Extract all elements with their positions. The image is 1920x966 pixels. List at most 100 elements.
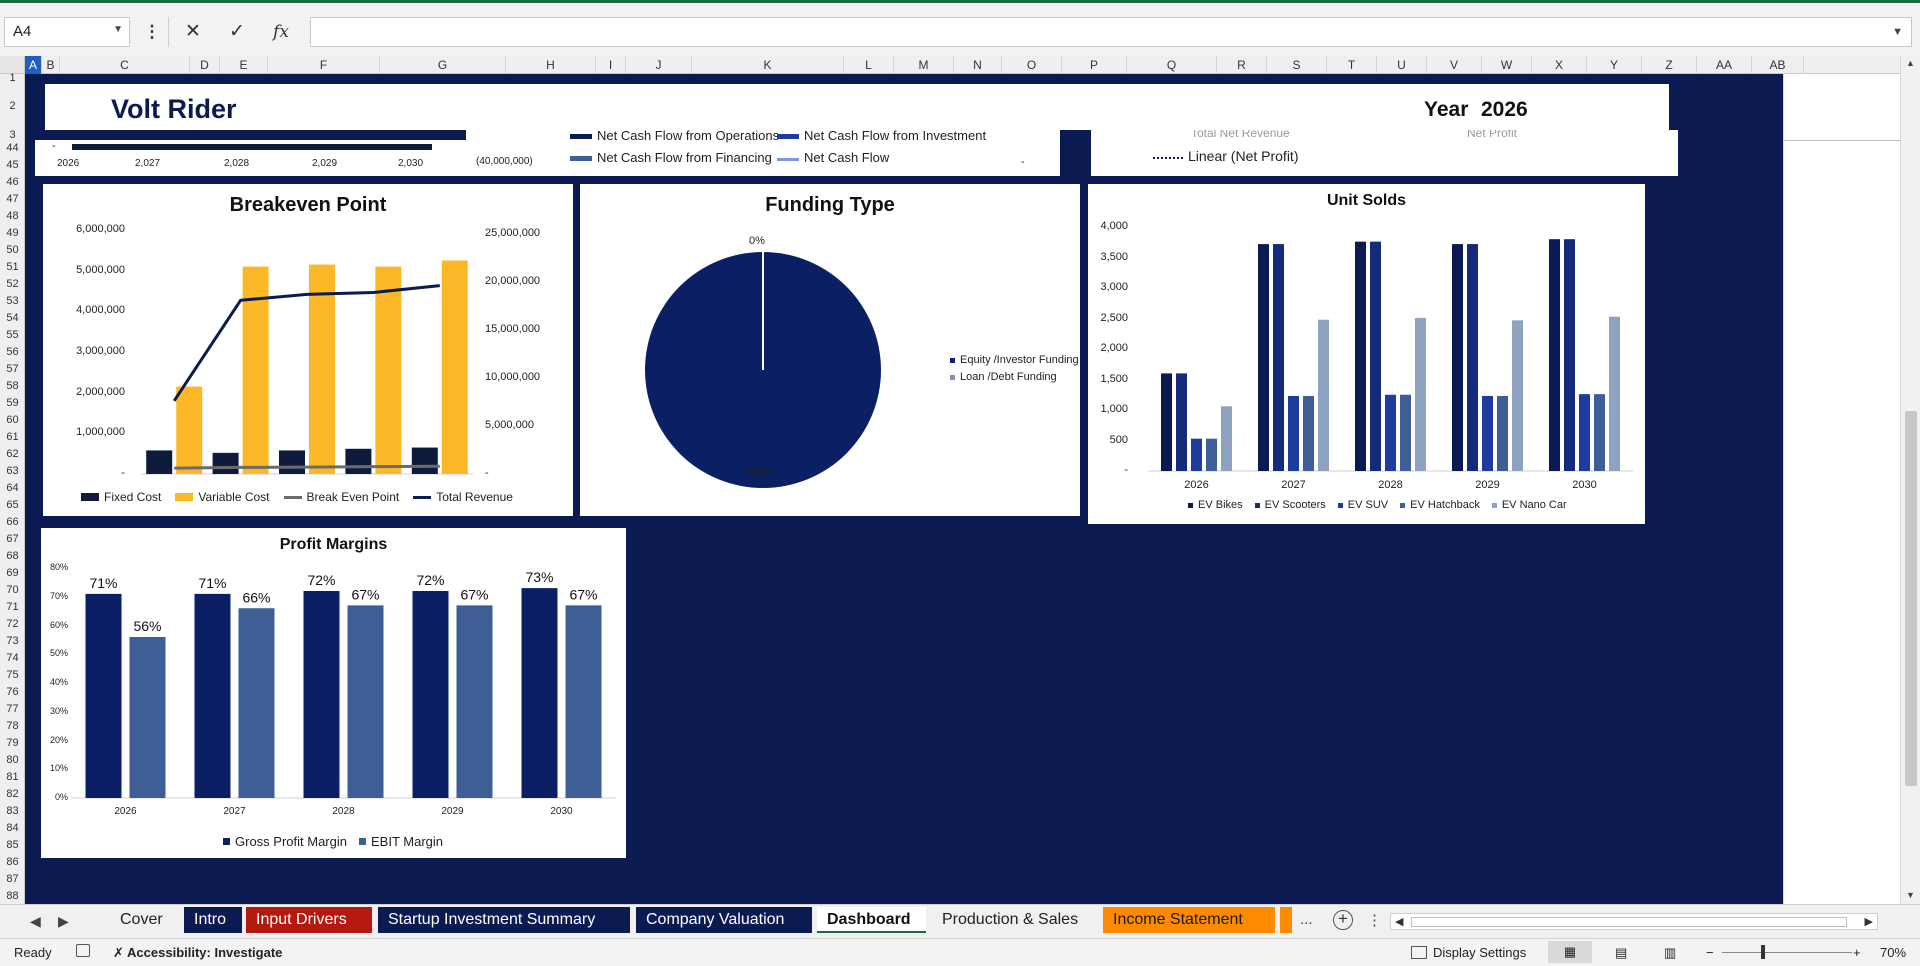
column-header-y[interactable]: Y (1587, 56, 1642, 74)
page-break-view-icon[interactable]: ▥ (1664, 945, 1676, 961)
column-header-aa[interactable]: AA (1697, 56, 1752, 74)
name-box[interactable]: A4 ▼ (4, 17, 130, 47)
row-header-74[interactable]: 74 (0, 650, 25, 667)
breakeven-chart[interactable]: Breakeven Point 6,000,000 5,000,000 4,000,… (43, 184, 573, 516)
column-header-ab[interactable]: AB (1752, 56, 1804, 74)
row-header-68[interactable]: 68 (0, 548, 25, 565)
row-header-49[interactable]: 49 (0, 225, 25, 242)
sheet-tab-input-drivers[interactable]: Input Drivers (246, 907, 372, 933)
macro-record-icon[interactable] (76, 944, 90, 957)
row-header-60[interactable]: 60 (0, 412, 25, 429)
row-header-51[interactable]: 51 (0, 259, 25, 276)
column-header-j[interactable]: J (626, 56, 692, 74)
row-header-65[interactable]: 65 (0, 497, 25, 514)
sheet-tab-cover[interactable]: Cover (110, 907, 178, 933)
column-header-d[interactable]: D (190, 56, 220, 74)
page-layout-view-icon[interactable]: ▤ (1615, 945, 1627, 961)
column-header-t[interactable]: T (1327, 56, 1377, 74)
column-header-q[interactable]: Q (1127, 56, 1217, 74)
row-header-85[interactable]: 85 (0, 837, 25, 854)
row-header-66[interactable]: 66 (0, 514, 25, 531)
sheet-tab-income-statement[interactable]: Income Statement (1103, 907, 1275, 933)
row-header-48[interactable]: 48 (0, 208, 25, 225)
row-header-52[interactable]: 52 (0, 276, 25, 293)
row-header-2[interactable]: 2 (0, 82, 25, 130)
row-header-76[interactable]: 76 (0, 684, 25, 701)
row-header-50[interactable]: 50 (0, 242, 25, 259)
column-header-a[interactable]: A (25, 56, 42, 74)
enter-check-icon[interactable]: ✓ (222, 17, 252, 47)
add-sheet-icon[interactable]: + (1333, 910, 1353, 930)
funding-type-chart[interactable]: Funding Type 0% 100% Equity /Investor Fu… (580, 184, 1080, 516)
row-header-62[interactable]: 62 (0, 446, 25, 463)
zoom-in-button[interactable]: + (1853, 945, 1861, 960)
column-header-r[interactable]: R (1217, 56, 1267, 74)
normal-view-icon[interactable]: ▦ (1548, 941, 1592, 963)
column-header-u[interactable]: U (1377, 56, 1427, 74)
next-sheet-icon[interactable]: ▶ (58, 913, 69, 930)
row-header-57[interactable]: 57 (0, 361, 25, 378)
column-header-b[interactable]: B (42, 56, 60, 74)
row-header-59[interactable]: 59 (0, 395, 25, 412)
scroll-down-icon[interactable]: ▼ (1906, 890, 1915, 900)
row-header-55[interactable]: 55 (0, 327, 25, 344)
row-header-86[interactable]: 86 (0, 854, 25, 871)
row-header-70[interactable]: 70 (0, 582, 25, 599)
prev-sheet-icon[interactable]: ◀ (30, 913, 41, 930)
row-header-79[interactable]: 79 (0, 735, 25, 752)
column-header-k[interactable]: K (692, 56, 844, 74)
vertical-scroll-thumb[interactable] (1905, 411, 1917, 786)
sheet-grid[interactable]: - 2026 2,027 2,028 2,029 2,030 (40,000,0… (25, 74, 1900, 904)
scroll-left-icon[interactable]: ◀ (1395, 915, 1403, 928)
cancel-icon[interactable]: ✕ (178, 17, 208, 47)
column-header-m[interactable]: M (894, 56, 954, 74)
row-header-72[interactable]: 72 (0, 616, 25, 633)
sheet-tab-company-valuation[interactable]: Company Valuation (636, 907, 812, 933)
row-header-61[interactable]: 61 (0, 429, 25, 446)
column-header-g[interactable]: G (380, 56, 506, 74)
row-header-81[interactable]: 81 (0, 769, 25, 786)
row-header-77[interactable]: 77 (0, 701, 25, 718)
row-header-47[interactable]: 47 (0, 191, 25, 208)
horizontal-scrollbar[interactable]: ◀ ▶ (1390, 913, 1878, 930)
more-sheets-button[interactable]: ... (1300, 911, 1313, 928)
row-header-71[interactable]: 71 (0, 599, 25, 616)
row-header-88[interactable]: 88 (0, 888, 25, 905)
row-header-44[interactable]: 44 (0, 140, 25, 157)
scroll-right-icon[interactable]: ▶ (1865, 915, 1873, 928)
sheet-tab-intro[interactable]: Intro (184, 907, 242, 933)
row-header-45[interactable]: 45 (0, 157, 25, 174)
vertical-scrollbar[interactable]: ▲ ▼ (1900, 56, 1920, 904)
row-header-46[interactable]: 46 (0, 174, 25, 191)
row-header-87[interactable]: 87 (0, 871, 25, 888)
zoom-slider-thumb[interactable] (1760, 945, 1765, 959)
expand-formula-icon[interactable]: ▼ (1892, 26, 1903, 38)
profit-margins-chart[interactable]: Profit Margins 80% 70% 60% 50% 40% 30% 20% 10% 0… (41, 528, 626, 858)
tab-options-icon[interactable]: ⋮ (1367, 911, 1382, 929)
display-settings-button[interactable]: Display Settings (1433, 945, 1526, 960)
year-value[interactable]: 2026 (1481, 98, 1528, 122)
row-header-3[interactable]: 3 (0, 130, 25, 141)
zoom-out-button[interactable]: − (1706, 945, 1714, 960)
row-header-75[interactable]: 75 (0, 667, 25, 684)
accessibility-status[interactable]: ✗ Accessibility: Investigate (113, 945, 282, 961)
chevron-down-icon[interactable]: ▼ (113, 24, 123, 35)
row-header-80[interactable]: 80 (0, 752, 25, 769)
column-header-l[interactable]: L (844, 56, 894, 74)
row-header-54[interactable]: 54 (0, 310, 25, 327)
row-header-83[interactable]: 83 (0, 803, 25, 820)
column-header-n[interactable]: N (954, 56, 1002, 74)
column-header-p[interactable]: P (1062, 56, 1127, 74)
zoom-level[interactable]: 70% (1880, 945, 1906, 960)
column-header-z[interactable]: Z (1642, 56, 1697, 74)
zoom-slider-track[interactable] (1722, 952, 1852, 953)
sheet-tab-startup-investment-summary[interactable]: Startup Investment Summary (378, 907, 630, 933)
column-header-h[interactable]: H (506, 56, 596, 74)
insert-function-icon[interactable]: fx (266, 17, 296, 47)
sheet-tab-more[interactable] (1280, 907, 1292, 933)
row-header-64[interactable]: 64 (0, 480, 25, 497)
column-header-c[interactable]: C (60, 56, 190, 74)
row-header-78[interactable]: 78 (0, 718, 25, 735)
display-settings-icon[interactable] (1411, 946, 1427, 959)
row-header-53[interactable]: 53 (0, 293, 25, 310)
